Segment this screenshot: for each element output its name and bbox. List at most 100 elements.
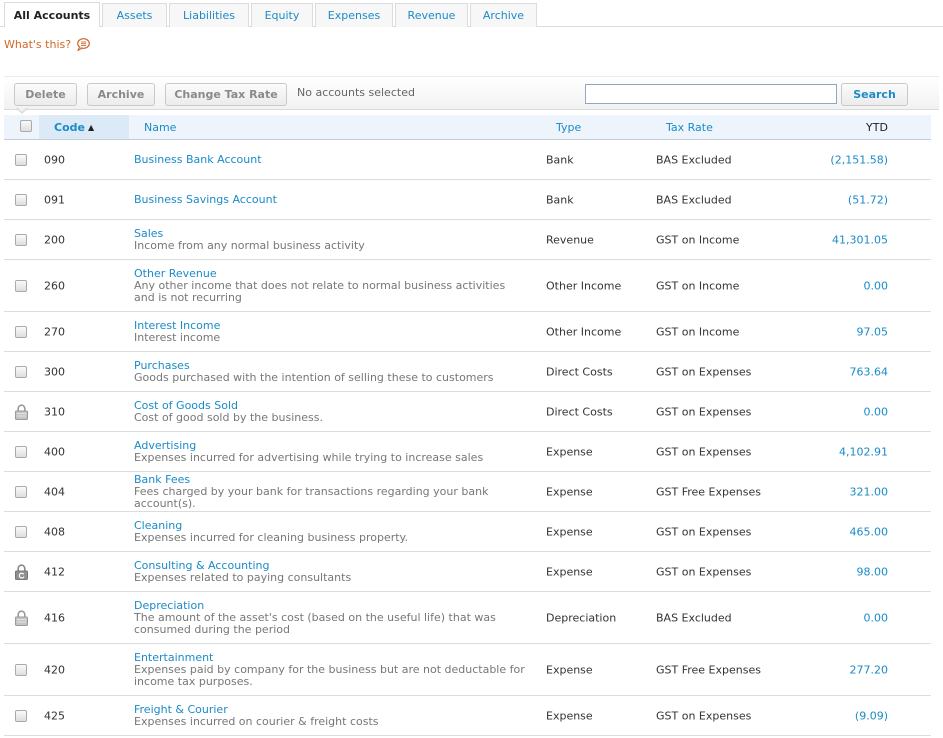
row-checkbox[interactable] (15, 153, 27, 166)
row-checkbox[interactable] (15, 365, 27, 378)
account-name-cell: Consulting & Accounting Expenses related … (134, 559, 529, 584)
account-name-cell: Bank Fees Fees charged by your bank for t… (134, 473, 529, 510)
account-tax-rate: GST on Income (656, 325, 740, 338)
account-ytd-link[interactable]: 4,102.91 (839, 445, 888, 458)
row-checkbox[interactable] (15, 663, 27, 676)
account-name-cell: Advertising Expenses incurred for adverti… (134, 439, 529, 464)
account-tax-rate: BAS Excluded (656, 153, 732, 166)
speech-bubble-icon (77, 38, 90, 51)
table-row: 090 Business Bank Account Bank BAS Excluded… (4, 140, 931, 180)
account-ytd-link[interactable]: (2,151.58) (830, 153, 888, 166)
account-ytd-link[interactable]: 321.00 (850, 485, 889, 498)
search-button[interactable]: Search (841, 83, 908, 106)
account-tax-rate: GST Free Expenses (656, 663, 761, 676)
account-description: Any other income that does not relate to… (134, 278, 506, 304)
account-name-cell: Other Revenue Any other income that does … (134, 267, 529, 304)
account-tax-rate: GST on Income (656, 279, 740, 292)
account-name-cell: Cleaning Expenses incurred for cleaning b… (134, 519, 529, 544)
row-checkbox[interactable] (15, 709, 27, 722)
account-ytd-link[interactable]: 277.20 (850, 663, 889, 676)
account-tax-rate: GST on Expenses (656, 525, 752, 538)
account-description: Expenses paid by company for the busines… (134, 662, 525, 688)
column-header-name[interactable]: Name (144, 115, 176, 139)
account-name-cell: Entertainment Expenses paid by company fo… (134, 651, 529, 688)
table-row: 420 Entertainment Expenses paid by company… (4, 644, 931, 696)
row-checkbox[interactable] (15, 279, 27, 292)
table-row: 260 Other Revenue Any other income that do… (4, 260, 931, 312)
row-checkbox[interactable] (15, 525, 27, 538)
row-checkbox[interactable] (15, 193, 27, 206)
account-ytd-link[interactable]: 97.05 (857, 325, 889, 338)
account-tax-rate: GST on Expenses (656, 709, 752, 722)
whats-this-link[interactable]: What's this? (4, 38, 90, 51)
table-row: 408 Cleaning Expenses incurred for cleanin… (4, 512, 931, 552)
tab-assets[interactable]: Assets (102, 3, 167, 27)
change-tax-rate-button[interactable]: Change Tax Rate (165, 83, 287, 106)
lock-icon (15, 609, 28, 626)
account-description: Income from any normal business activity (134, 238, 365, 252)
table-row: 270 Interest Income Interest income Other I… (4, 312, 931, 352)
account-tabs: All Accounts Assets Liabilities Equity E… (4, 2, 539, 27)
tab-all-accounts[interactable]: All Accounts (4, 2, 100, 27)
account-ytd-link[interactable]: 98.00 (857, 565, 889, 578)
account-ytd-link[interactable]: 0.00 (864, 279, 889, 292)
tab-archive[interactable]: Archive (470, 3, 537, 27)
account-type: Expense (546, 445, 593, 458)
whats-this-label: What's this? (4, 38, 72, 51)
account-description: Fees charged by your bank for transactio… (134, 484, 489, 510)
table-header: Code ▲ Name Type Tax Rate YTD (4, 115, 931, 140)
table-body: 090 Business Bank Account Bank BAS Excluded… (4, 140, 931, 736)
table-row: 310 Cost of Goods Sold Cost of good sold b… (4, 392, 931, 432)
account-type: Other Income (546, 279, 622, 292)
row-checkbox[interactable] (15, 445, 27, 458)
account-ytd-link[interactable]: 465.00 (850, 525, 889, 538)
account-description: Expenses related to paying consultants (134, 570, 352, 584)
account-code: 416 (44, 611, 65, 624)
account-name-link[interactable]: Business Bank Account (134, 153, 529, 166)
column-header-ytd[interactable]: YTD (866, 115, 888, 139)
account-name-cell: Purchases Goods purchased with the intent… (134, 359, 529, 384)
column-header-tax-rate[interactable]: Tax Rate (666, 115, 713, 139)
account-code: 270 (44, 325, 65, 338)
account-type: Expense (546, 663, 593, 676)
account-ytd-link[interactable]: 0.00 (864, 405, 889, 418)
account-type: Bank (546, 153, 574, 166)
row-checkbox[interactable] (15, 233, 27, 246)
account-type: Other Income (546, 325, 622, 338)
tab-liabilities[interactable]: Liabilities (169, 3, 249, 27)
select-all-checkbox[interactable] (20, 120, 32, 132)
tab-expenses[interactable]: Expenses (315, 3, 393, 27)
archive-button[interactable]: Archive (87, 83, 155, 106)
delete-button[interactable]: Delete (14, 83, 77, 106)
sort-ascending-icon: ▲ (87, 123, 95, 132)
tab-revenue[interactable]: Revenue (395, 3, 468, 27)
selection-status: No accounts selected (297, 86, 415, 99)
account-ytd-link[interactable]: 763.64 (850, 365, 889, 378)
column-header-type[interactable]: Type (556, 115, 581, 139)
column-header-code[interactable]: Code ▲ (39, 115, 129, 139)
table-row: 416 Depreciation The amount of the asset's… (4, 592, 931, 644)
row-checkbox[interactable] (15, 325, 27, 338)
search-input[interactable] (585, 84, 837, 104)
account-code: 260 (44, 279, 65, 292)
account-ytd-link[interactable]: (51.72) (848, 193, 888, 206)
account-ytd-link[interactable]: 0.00 (864, 611, 889, 624)
account-ytd-link[interactable]: 41,301.05 (832, 233, 888, 246)
account-tax-rate: GST on Expenses (656, 365, 752, 378)
table-row: 200 Sales Income from any normal business … (4, 220, 931, 260)
account-code: 310 (44, 405, 65, 418)
account-tax-rate: GST on Expenses (656, 445, 752, 458)
accounts-toolbar: Delete Archive Change Tax Rate No accoun… (4, 76, 939, 110)
account-tax-rate: GST Free Expenses (656, 485, 761, 498)
account-description: Expenses incurred for advertising while … (134, 450, 484, 464)
account-name-cell: Business Bank Account (134, 153, 529, 166)
tab-equity[interactable]: Equity (251, 3, 313, 27)
account-name-link[interactable]: Business Savings Account (134, 193, 529, 206)
account-code: 091 (44, 193, 65, 206)
account-ytd-link[interactable]: (9.09) (855, 709, 888, 722)
account-type: Expense (546, 485, 593, 498)
row-checkbox[interactable] (15, 485, 27, 498)
account-name-cell: Business Savings Account (134, 193, 529, 206)
account-code: 408 (44, 525, 65, 538)
table-row: 404 Bank Fees Fees charged by your bank fo… (4, 472, 931, 512)
